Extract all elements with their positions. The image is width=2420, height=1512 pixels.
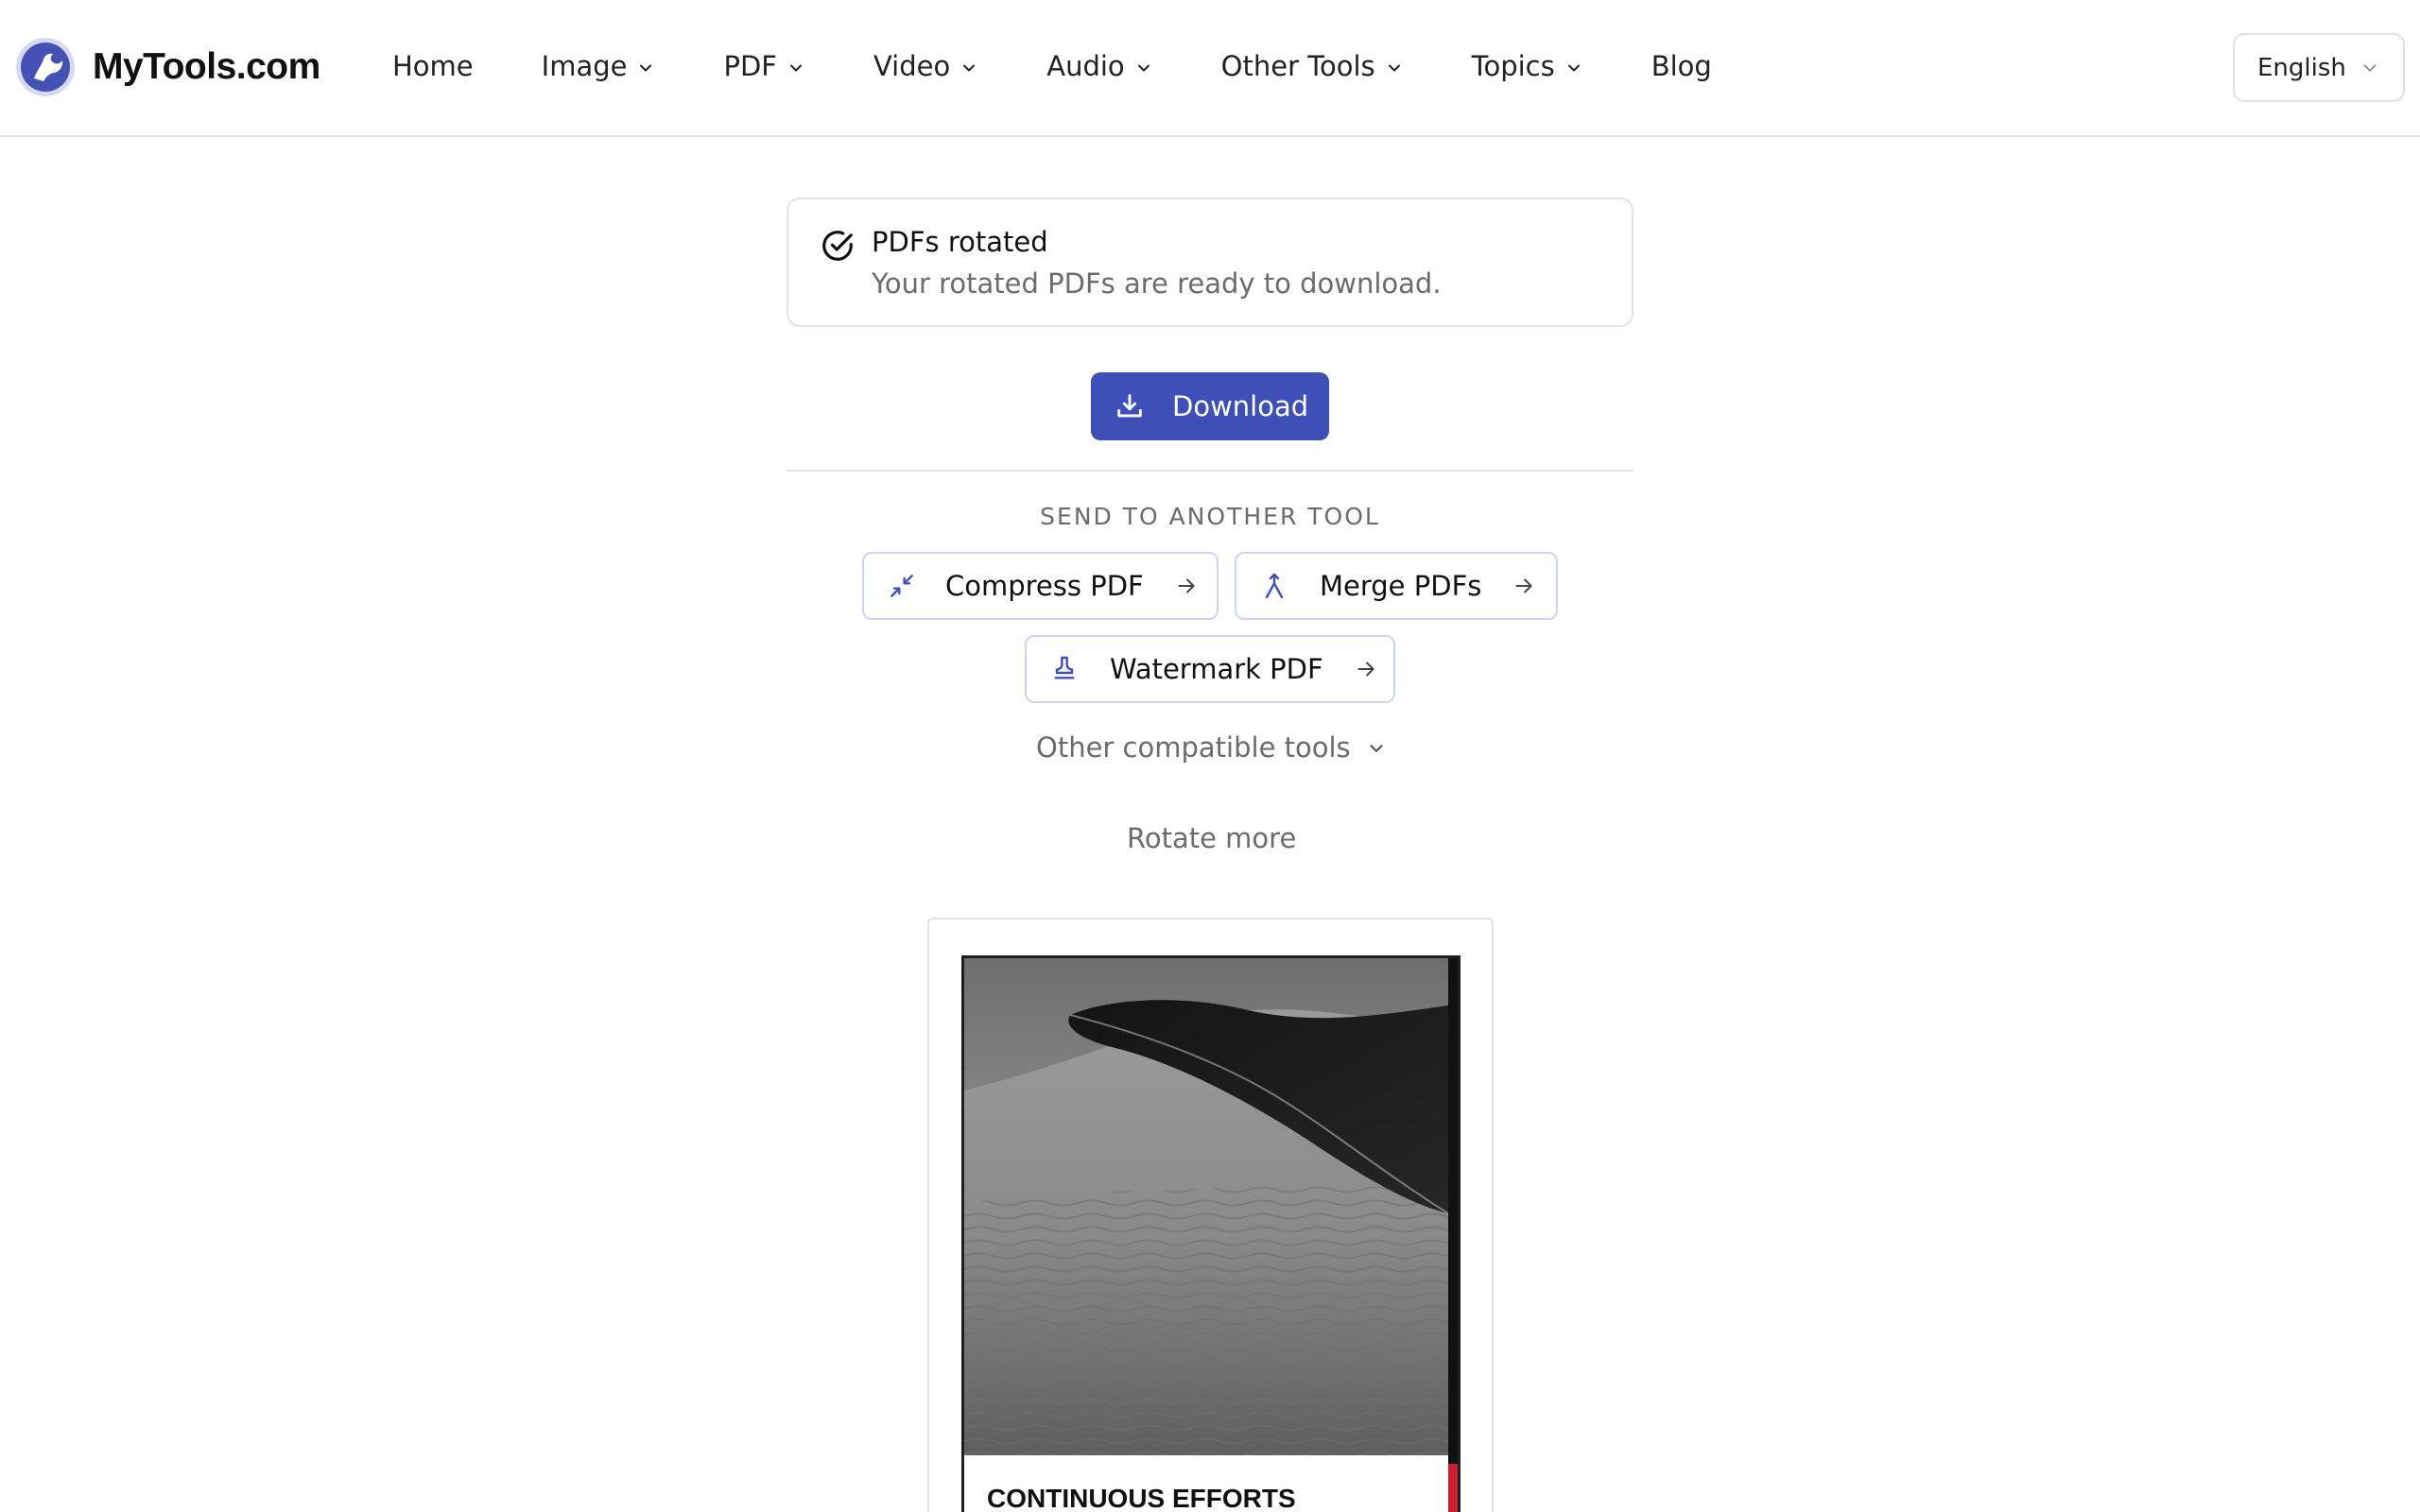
site-header: MyTools.com Home Image PDF Video Audio O… — [0, 0, 2420, 137]
merge-pdfs-label: Merge PDFs — [1320, 570, 1482, 602]
chevron-down-icon — [789, 64, 802, 72]
chevron-down-icon — [1567, 64, 1580, 72]
chevron-down-icon — [963, 64, 976, 72]
pdf-page-thumbnail: CONTINUOUS EFFORTS — [961, 955, 1461, 1512]
watermark-pdf-label: Watermark PDF — [1110, 653, 1323, 685]
site-logo[interactable]: MyTools.com — [15, 37, 320, 97]
download-button[interactable]: Download — [1091, 372, 1329, 440]
section-divider — [786, 470, 1634, 472]
nav-home[interactable]: Home — [392, 50, 474, 82]
chevron-down-icon — [1388, 64, 1400, 72]
logo-icon — [16, 38, 75, 96]
nav-topics-label: Topics — [1471, 50, 1555, 82]
logo-text: MyTools.com — [93, 46, 320, 87]
arrow-right-icon — [1357, 662, 1374, 677]
nav-other-tools[interactable]: Other Tools — [1221, 50, 1404, 82]
rotate-more-link[interactable]: Rotate more — [1127, 822, 1296, 854]
nav-blog-label: Blog — [1651, 50, 1712, 82]
compress-pdf-label: Compress PDF — [945, 570, 1144, 602]
nav-pdf[interactable]: PDF — [723, 50, 805, 82]
arrow-right-icon — [1515, 578, 1532, 593]
nav-image-label: Image — [541, 50, 628, 82]
merge-icon — [1265, 573, 1284, 599]
other-compatible-tools-label: Other compatible tools — [1036, 731, 1351, 764]
merge-pdfs-button[interactable]: Merge PDFs — [1235, 552, 1558, 620]
language-select-value: English — [2257, 53, 2346, 82]
other-compatible-tools-toggle[interactable]: Other compatible tools — [1036, 731, 1387, 764]
nav-home-label: Home — [392, 50, 474, 82]
nav-blog[interactable]: Blog — [1651, 50, 1712, 82]
pdf-page-accent — [1448, 1464, 1458, 1512]
download-label: Download — [1172, 390, 1309, 422]
nav-audio[interactable]: Audio — [1046, 50, 1152, 82]
compress-icon — [890, 575, 913, 597]
nav-pdf-label: PDF — [723, 50, 777, 82]
chevron-down-icon — [2363, 63, 2377, 72]
arrow-right-icon — [1178, 578, 1195, 593]
send-to-heading: SEND TO ANOTHER TOOL — [1040, 503, 1380, 530]
chevron-down-icon — [1137, 64, 1150, 72]
nav-video-label: Video — [873, 50, 951, 82]
nav-image[interactable]: Image — [542, 50, 656, 82]
nav-topics[interactable]: Topics — [1472, 50, 1583, 82]
chevron-down-icon — [640, 64, 652, 72]
pdf-page-edge — [1448, 958, 1458, 1464]
success-alert: PDFs rotated Your rotated PDFs are ready… — [786, 198, 1634, 327]
language-select[interactable]: English — [2233, 33, 2405, 102]
nav-other-tools-label: Other Tools — [1220, 50, 1375, 82]
alert-description: Your rotated PDFs are ready to download. — [872, 267, 1442, 300]
main-nav: Home Image PDF Video Audio Other Tools T… — [392, 42, 1780, 91]
nav-audio-label: Audio — [1046, 50, 1125, 82]
stamp-icon — [1054, 656, 1075, 679]
desert-dune-photo — [964, 958, 1448, 1455]
chevron-down-icon — [1370, 745, 1383, 752]
compress-pdf-button[interactable]: Compress PDF — [862, 552, 1219, 620]
alert-title: PDFs rotated — [872, 226, 1048, 258]
pdf-caption: CONTINUOUS EFFORTS — [987, 1484, 1296, 1512]
watermark-pdf-button[interactable]: Watermark PDF — [1025, 635, 1395, 703]
download-icon — [1117, 394, 1142, 418]
check-circle-icon — [822, 231, 853, 261]
nav-video[interactable]: Video — [873, 50, 978, 82]
